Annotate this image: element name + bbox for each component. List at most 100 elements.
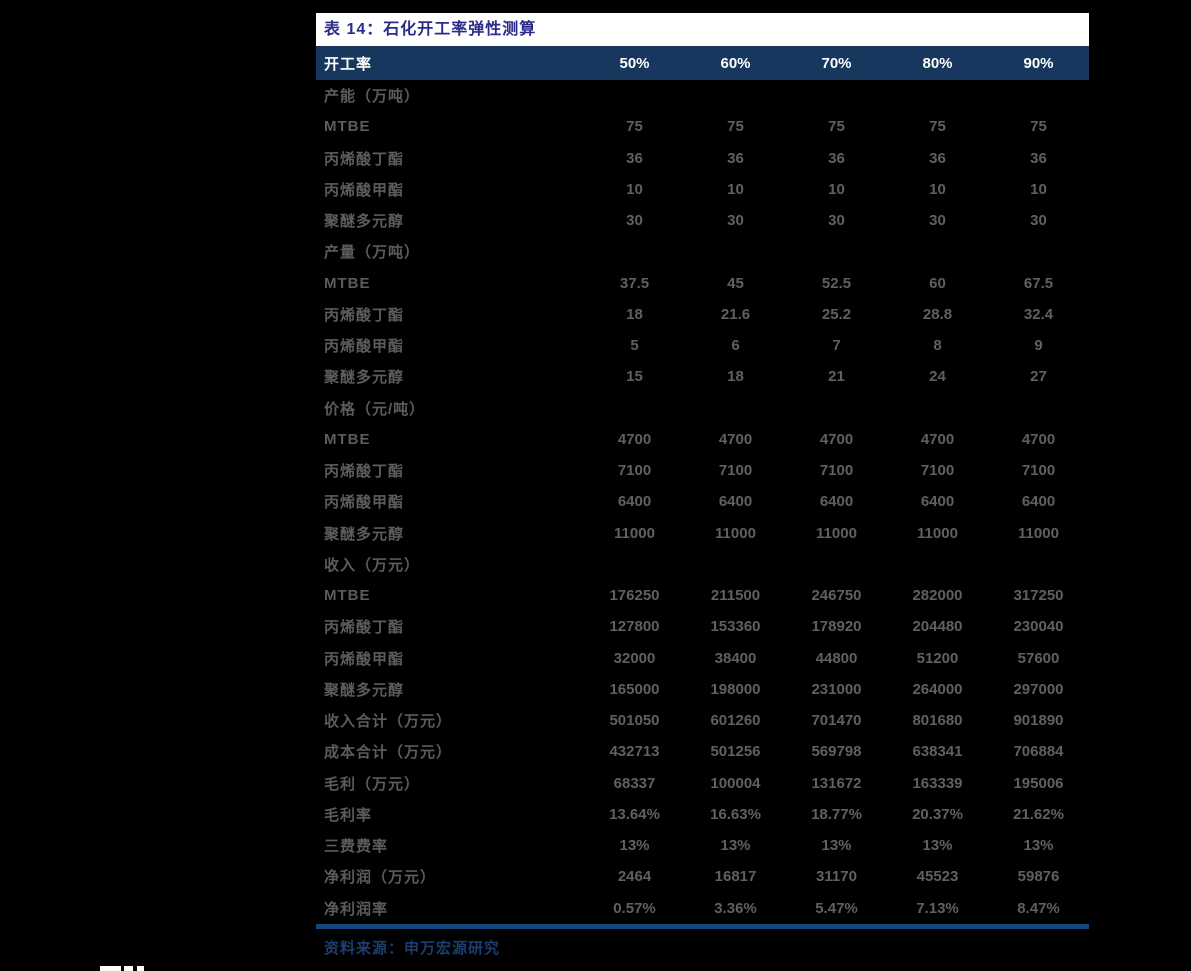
row-value: 264000	[912, 680, 963, 698]
section-row: 产量（万吨）	[316, 236, 1089, 267]
row-value: 0.57%	[613, 899, 656, 917]
table-row: 聚醚多元醇 30 30 30 30 30	[316, 205, 1089, 236]
header-col-80pct: 80%	[922, 54, 953, 72]
row-value: 13%	[1023, 837, 1054, 855]
row-value: 45523	[916, 868, 959, 886]
row-label: 丙烯酸丁酯	[324, 306, 405, 324]
row-value: 30	[1030, 212, 1047, 230]
row-label: 丙烯酸甲酯	[324, 494, 405, 512]
row-value: 4700	[920, 430, 955, 448]
row-value: 38400	[714, 649, 757, 667]
row-label: MTBE	[324, 274, 371, 292]
row-value: 4700	[617, 430, 652, 448]
row-value: 231000	[811, 680, 862, 698]
table-row: 聚醚多元醇 165000 198000 231000 264000 297000	[316, 674, 1089, 705]
row-value: 131672	[811, 774, 862, 792]
row-value: 297000	[1013, 680, 1064, 698]
row-label: 聚醚多元醇	[324, 213, 405, 231]
row-value: 5	[630, 337, 639, 355]
row-value: 8	[933, 337, 942, 355]
table-row: 成本合计（万元） 432713 501256 569798 638341 706884	[316, 736, 1089, 767]
row-label: 净利润（万元）	[324, 869, 437, 887]
table-row: 三费费率 13% 13% 13% 13% 13%	[316, 830, 1089, 861]
row-value: 501050	[609, 712, 660, 730]
row-value: 246750	[811, 587, 862, 605]
row-value: 701470	[811, 712, 862, 730]
row-value: 30	[626, 212, 643, 230]
table-row: 丙烯酸丁酯 18 21.6 25.2 28.8 32.4	[316, 299, 1089, 330]
table-body: 产能（万吨） MTBE 75 75 75 75 75 丙烯酸丁酯 36 36 36 36 36 丙烯酸甲酯…	[316, 80, 1089, 924]
row-value: 601260	[710, 712, 761, 730]
row-value: 100004	[710, 774, 761, 792]
row-value: 10	[929, 180, 946, 198]
row-value: 10	[1030, 180, 1047, 198]
row-value: 569798	[811, 743, 862, 761]
row-value: 51200	[916, 649, 959, 667]
row-value: 153360	[710, 618, 761, 636]
table-row: 收入合计（万元） 501050 601260 701470 801680 901890	[316, 705, 1089, 736]
table-row: MTBE 75 75 75 75 75	[316, 111, 1089, 142]
row-label: 毛利（万元）	[324, 775, 421, 793]
clipped-text-fragment	[124, 966, 133, 971]
row-value: 11000	[816, 524, 857, 542]
row-value: 8.47%	[1017, 899, 1060, 917]
row-value: 68337	[613, 774, 656, 792]
section-row: 产能（万吨）	[316, 80, 1089, 111]
table-row: 丙烯酸甲酯 5 6 7 8 9	[316, 330, 1089, 361]
row-label: 聚醚多元醇	[324, 681, 405, 699]
row-label: 产量（万吨）	[324, 244, 421, 262]
row-value: 60	[929, 274, 946, 292]
row-value: 11000	[715, 524, 756, 542]
row-value: 10	[828, 180, 845, 198]
row-value: 11000	[917, 524, 958, 542]
row-value: 7100	[617, 462, 652, 480]
header-columns: 50% 60% 70% 80% 90%	[584, 55, 1089, 72]
table-title: 表 14：石化开工率弹性测算	[316, 13, 1089, 46]
row-value: 230040	[1013, 618, 1064, 636]
row-label: 产能（万吨）	[324, 88, 421, 106]
row-value: 432713	[609, 743, 660, 761]
row-value: 638341	[912, 743, 963, 761]
row-label: MTBE	[324, 118, 371, 136]
table-row: 丙烯酸甲酯 10 10 10 10 10	[316, 174, 1089, 205]
row-label: 丙烯酸丁酯	[324, 619, 405, 637]
row-value: 198000	[710, 680, 761, 698]
row-value: 57600	[1017, 649, 1060, 667]
row-value: 31170	[816, 868, 857, 886]
row-value: 15	[626, 368, 643, 386]
row-value: 13%	[720, 837, 751, 855]
row-value: 32000	[613, 649, 656, 667]
row-value: 204480	[912, 618, 963, 636]
row-value: 11000	[614, 524, 655, 542]
row-value: 282000	[912, 587, 963, 605]
row-value: 30	[727, 212, 744, 230]
row-value: 9	[1034, 337, 1043, 355]
row-value: 37.5	[619, 274, 650, 292]
row-value: 36	[626, 149, 643, 167]
row-value: 11000	[1018, 524, 1059, 542]
row-value: 7	[832, 337, 841, 355]
row-value: 75	[1030, 118, 1047, 136]
row-value: 30	[828, 212, 845, 230]
table-row: 丙烯酸甲酯 32000 38400 44800 51200 57600	[316, 643, 1089, 674]
row-value: 6400	[819, 493, 854, 511]
row-label: 丙烯酸丁酯	[324, 463, 405, 481]
row-value: 706884	[1013, 743, 1064, 761]
row-value: 75	[727, 118, 744, 136]
row-value: 7100	[718, 462, 753, 480]
row-value: 75	[929, 118, 946, 136]
row-value: 7100	[920, 462, 955, 480]
row-value: 5.47%	[815, 899, 858, 917]
row-value: 4700	[1021, 430, 1056, 448]
row-label: 三费费率	[324, 838, 389, 856]
row-value: 20.37%	[912, 805, 963, 823]
header-col-60pct: 60%	[720, 54, 751, 72]
row-value: 4700	[718, 430, 753, 448]
row-value: 6400	[1021, 493, 1056, 511]
row-value: 317250	[1013, 587, 1064, 605]
row-value: 127800	[609, 618, 660, 636]
header-col-90pct: 90%	[1023, 54, 1054, 72]
row-value: 32.4	[1023, 305, 1054, 323]
row-value: 6	[731, 337, 740, 355]
row-value: 7.13%	[916, 899, 959, 917]
